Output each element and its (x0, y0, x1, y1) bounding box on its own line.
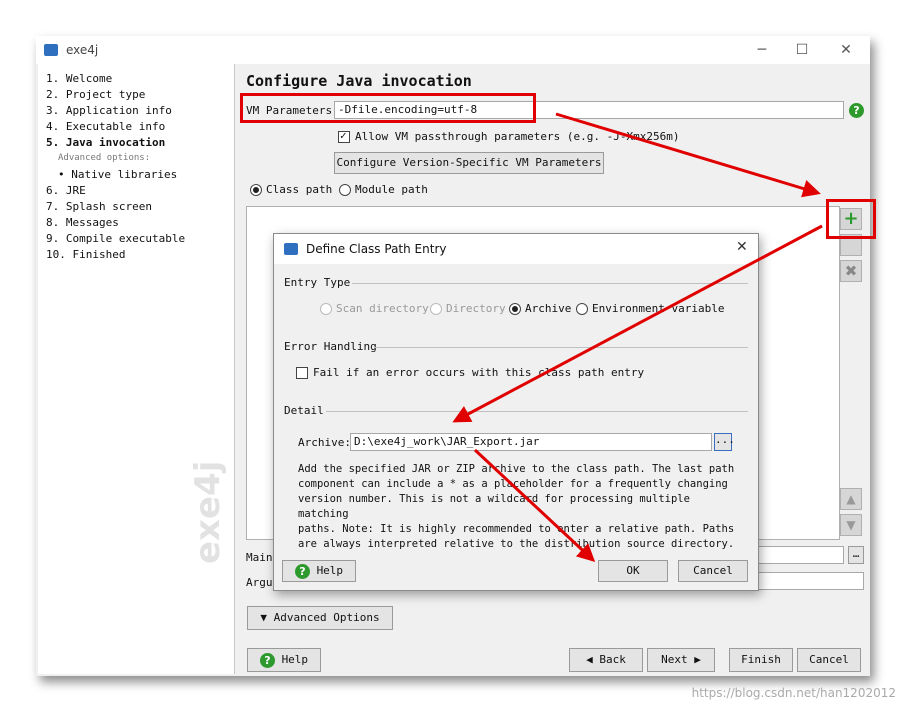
triangle-down-icon: ▼ (260, 611, 274, 624)
dialog-close-icon[interactable]: ✕ (736, 239, 748, 255)
annotation-box-vm-parameters (240, 93, 536, 123)
advanced-options-label: Advanced Options (273, 611, 380, 624)
dialog-title: Define Class Path Entry (306, 242, 447, 256)
classpath-radio[interactable] (250, 184, 262, 196)
step-executable-info[interactable]: 4. Executable info (46, 120, 165, 133)
next-arrow-icon: ▶ (687, 653, 701, 666)
step-messages[interactable]: 8. Messages (46, 216, 119, 229)
main-class-browse-button[interactable]: … (848, 546, 864, 564)
step-java-invocation[interactable]: 5. Java invocation (46, 136, 165, 149)
step-native-libraries[interactable]: • Native libraries (58, 168, 177, 181)
fail-on-error-checkbox[interactable] (296, 367, 308, 379)
advanced-options-heading: Advanced options: (58, 153, 151, 163)
step-welcome[interactable]: 1. Welcome (46, 72, 112, 85)
ok-button[interactable]: OK (598, 560, 668, 582)
entry-type-heading: Entry Type (284, 276, 351, 289)
archive-description: Add the specified JAR or ZIP archive to … (298, 462, 738, 552)
passthrough-checkbox[interactable] (338, 129, 350, 143)
detail-divider (326, 411, 748, 412)
directory-label: Directory (446, 302, 506, 315)
finish-button[interactable]: Finish (729, 648, 793, 672)
archive-radio[interactable] (509, 303, 521, 315)
help-icon[interactable]: ? (849, 103, 864, 118)
error-handling-divider (374, 347, 748, 348)
move-up-icon[interactable]: ▲ (840, 488, 862, 510)
window-title: exe4j (66, 43, 99, 57)
archive-path-label: Archive: (298, 436, 351, 449)
define-class-path-dialog: Define Class Path Entry ✕ Entry Type Sca… (273, 233, 759, 591)
step-jre[interactable]: 6. JRE (46, 184, 86, 197)
next-button[interactable]: Next ▶ (647, 648, 715, 672)
title-bar: exe4j ─ ☐ ✕ (36, 36, 870, 64)
environment-variable-label: Environment variable (592, 302, 725, 315)
modulepath-radio-label: Module path (355, 183, 428, 196)
back-button[interactable]: ◀ Back (569, 648, 643, 672)
detail-heading: Detail (284, 404, 324, 417)
move-down-icon[interactable]: ▼ (840, 514, 862, 536)
exe4j-app-icon (44, 44, 58, 56)
help-label: Help (281, 653, 309, 666)
close-icon[interactable]: ✕ (836, 40, 856, 60)
exe4j-watermark: exe4j (188, 460, 228, 564)
page-title: Configure Java invocation (246, 72, 472, 90)
dialog-cancel-button[interactable]: Cancel (678, 560, 748, 582)
scan-directory-label: Scan directory (336, 302, 429, 315)
next-label: Next (661, 653, 688, 666)
step-application-info[interactable]: 3. Application info (46, 104, 172, 117)
help-icon: ? (259, 652, 275, 668)
error-handling-heading: Error Handling (284, 340, 377, 353)
dialog-app-icon (284, 243, 298, 255)
main-class-label: Main (246, 551, 273, 564)
description-line: component can include a * as a placehold… (298, 478, 728, 490)
fail-on-error-label: Fail if an error occurs with this class … (313, 366, 645, 379)
description-line: paths. Note: It is highly recommended to… (298, 523, 735, 535)
dialog-title-bar: Define Class Path Entry ✕ (274, 234, 758, 264)
archive-radio-label: Archive (525, 302, 572, 315)
archive-browse-button[interactable]: ... (714, 433, 735, 451)
description-line: are always interpreted relative to the d… (298, 538, 735, 550)
environment-variable-radio[interactable] (576, 303, 588, 315)
advanced-options-button[interactable]: ▼ Advanced Options (247, 606, 393, 630)
steps-sidebar: 1. Welcome 2. Project type 3. Applicatio… (38, 64, 235, 674)
entry-type-divider (352, 283, 748, 284)
step-splash-screen[interactable]: 7. Splash screen (46, 200, 152, 213)
back-label: Back (599, 653, 626, 666)
minimize-icon[interactable]: ─ (752, 40, 772, 60)
modulepath-radio[interactable] (339, 184, 351, 196)
step-project-type[interactable]: 2. Project type (46, 88, 145, 101)
remove-entry-icon[interactable]: ✖ (840, 260, 862, 282)
scan-directory-radio[interactable] (320, 303, 332, 315)
maximize-icon[interactable]: ☐ (792, 40, 812, 60)
directory-radio[interactable] (430, 303, 442, 315)
dialog-help-label: Help (316, 564, 344, 577)
archive-path-input[interactable]: D:\exe4j_work\JAR_Export.jar (350, 433, 712, 451)
classpath-radio-label: Class path (266, 183, 333, 196)
annotation-box-add-button (826, 199, 876, 239)
cancel-button[interactable]: Cancel (797, 648, 861, 672)
configure-version-specific-button[interactable]: Configure Version-Specific VM Parameters (334, 152, 604, 174)
blog-credit: https://blog.csdn.net/han1202012 (691, 686, 896, 700)
help-button[interactable]: ? Help (247, 648, 321, 672)
dialog-help-button[interactable]: ? Help (282, 560, 356, 582)
help-icon: ? (294, 563, 310, 579)
passthrough-label: Allow VM passthrough parameters (e.g. -J… (355, 130, 680, 143)
step-finished[interactable]: 10. Finished (46, 248, 125, 261)
step-compile-executable[interactable]: 9. Compile executable (46, 232, 185, 245)
description-line: version number. This is not a wildcard f… (298, 493, 690, 520)
description-line: Add the specified JAR or ZIP archive to … (298, 463, 735, 475)
back-arrow-icon: ◀ (586, 653, 600, 666)
